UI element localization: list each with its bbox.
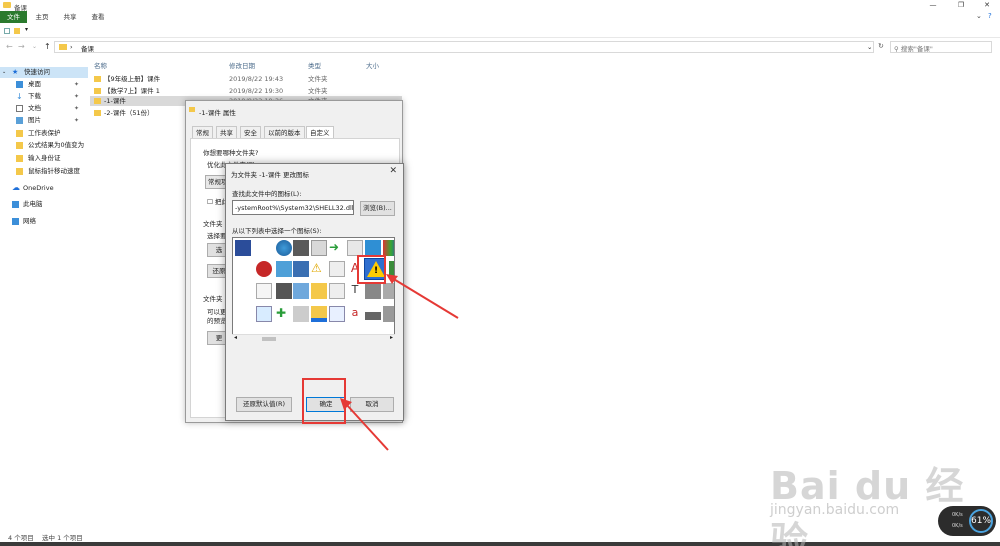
network-speed-widget[interactable]: 0K/s 0K/s 61% xyxy=(938,506,996,536)
arrow-line-ok xyxy=(345,403,389,451)
watermark-url: jingyan.baidu.com xyxy=(770,502,900,518)
arrow-head-icon xyxy=(386,274,398,284)
upload-speed: 0K/s xyxy=(952,512,963,518)
selection-count: 选中 1 个项目 xyxy=(42,534,83,542)
arrow-line-icon xyxy=(391,277,459,319)
usage-percent: 61% xyxy=(969,509,993,533)
item-count: 4 个项目 xyxy=(8,534,34,542)
download-speed: 0K/s xyxy=(952,523,963,529)
